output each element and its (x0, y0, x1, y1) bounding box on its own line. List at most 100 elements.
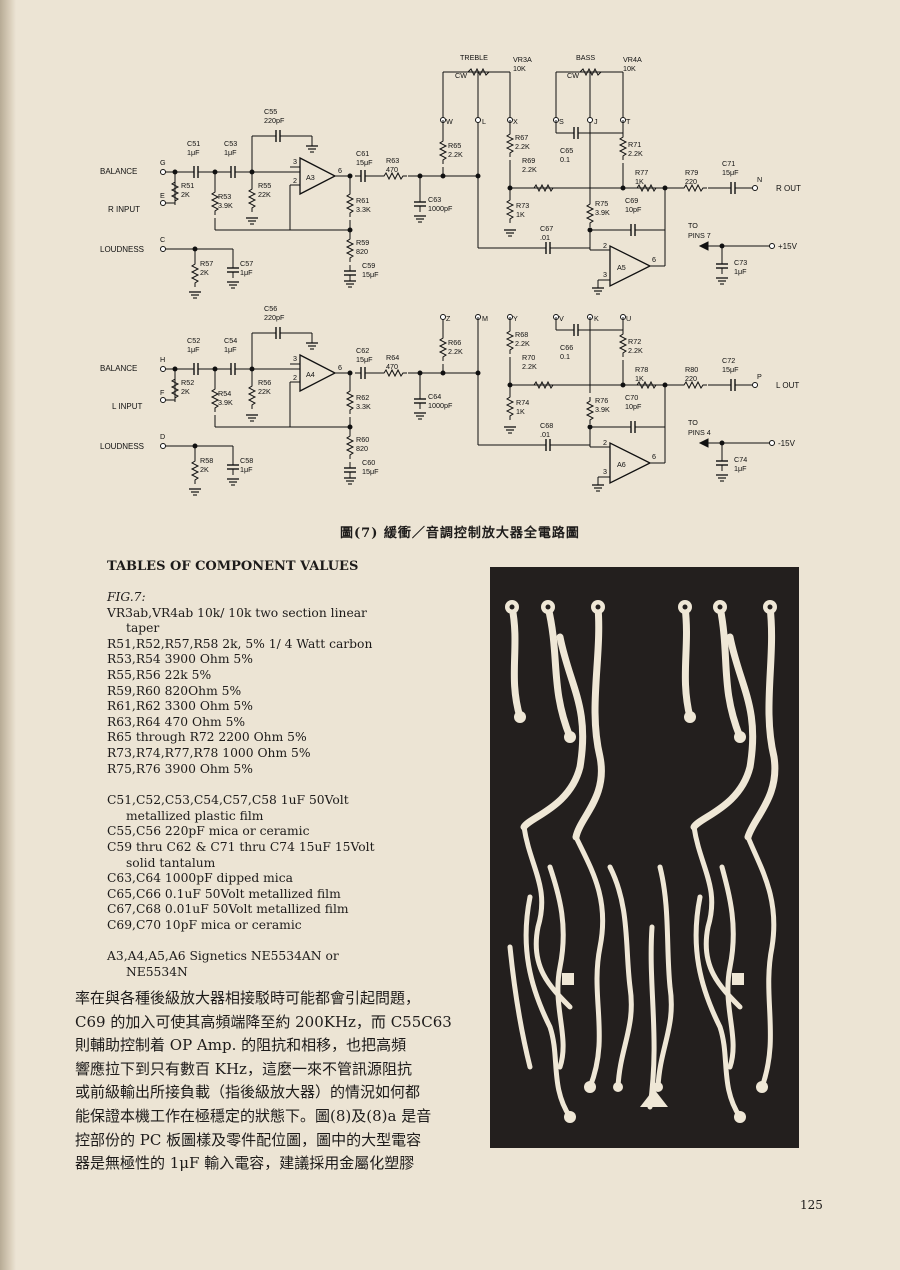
svg-text:0.1: 0.1 (560, 352, 570, 361)
svg-text:6: 6 (338, 363, 342, 372)
svg-text:BALANCE: BALANCE (100, 364, 137, 373)
svg-text:C55: C55 (264, 107, 277, 116)
svg-text:C74: C74 (734, 455, 747, 464)
svg-text:220: 220 (685, 374, 697, 383)
paragraph-line: 器是無極性的 1μF 輸入電容，建議採用金屬化塑膠 (75, 1154, 415, 1173)
paragraph-line: 或前級輸出所接負載（指後級放大器）的情況如何都 (75, 1083, 421, 1102)
svg-text:R57: R57 (200, 259, 213, 268)
component-row: C51,C52,C53,C54,C57,C58 1uF 50Volt (107, 793, 349, 808)
svg-text:220pF: 220pF (264, 313, 285, 322)
svg-text:820: 820 (356, 444, 368, 453)
svg-text:2K: 2K (200, 465, 209, 474)
svg-text:T: T (626, 117, 631, 126)
svg-text:6: 6 (652, 452, 656, 461)
svg-text:C52: C52 (187, 336, 200, 345)
svg-text:LOUDNESS: LOUDNESS (100, 442, 144, 451)
svg-text:C72: C72 (722, 356, 735, 365)
svg-text:2.2K: 2.2K (448, 347, 463, 356)
svg-text:+15V: +15V (778, 242, 798, 251)
figure-caption: 圖(7) 緩衝／音調控制放大器全電路圖 (340, 526, 580, 541)
svg-text:V: V (559, 314, 564, 323)
component-row: solid tantalum (126, 855, 216, 870)
svg-text:W: W (446, 117, 453, 126)
svg-text:3: 3 (293, 354, 297, 363)
svg-text:PINS 4: PINS 4 (688, 428, 711, 437)
svg-text:C73: C73 (734, 258, 747, 267)
svg-text:C53: C53 (224, 139, 237, 148)
svg-text:.01: .01 (540, 233, 550, 242)
balance-label: BALANCE (100, 167, 137, 176)
paragraph-line: 響應拉下到只有數百 KHz，這麼一來不管訊源阻抗 (75, 1059, 412, 1078)
svg-text:2K: 2K (200, 268, 209, 277)
svg-text:10pF: 10pF (625, 205, 642, 214)
svg-text:C59: C59 (362, 261, 375, 270)
svg-text:R60: R60 (356, 435, 369, 444)
svg-text:C51: C51 (187, 139, 200, 148)
svg-text:R76: R76 (595, 396, 608, 405)
svg-text:15μF: 15μF (722, 365, 739, 374)
svg-text:C61: C61 (356, 149, 369, 158)
component-row: R65 through R72 2200 Ohm 5% (107, 730, 307, 745)
svg-text:R75: R75 (595, 199, 608, 208)
component-row: R51,R52,R57,R58 2k, 5% 1/ 4 Watt carbon (107, 636, 373, 651)
svg-text:15μF: 15μF (722, 168, 739, 177)
svg-text:C65: C65 (560, 146, 573, 155)
svg-text:S: S (559, 117, 564, 126)
svg-text:R64: R64 (386, 353, 399, 362)
component-row: R53,R54 3900 Ohm 5% (107, 652, 253, 667)
component-row: C55,C56 220pF mica or ceramic (107, 824, 310, 839)
svg-text:2: 2 (603, 438, 607, 447)
svg-text:3: 3 (293, 157, 297, 166)
svg-text:10K: 10K (513, 64, 526, 73)
svg-text:C71: C71 (722, 159, 735, 168)
svg-text:2.2K: 2.2K (628, 149, 643, 158)
svg-text:C62: C62 (356, 346, 369, 355)
svg-text:6: 6 (338, 166, 342, 175)
svg-text:K: K (594, 314, 599, 323)
svg-text:R73: R73 (516, 201, 529, 210)
paragraph-line: 則輔助控制着 OP Amp. 的阻抗和相移，也把高頻 (75, 1036, 407, 1055)
table-title: TABLES OF COMPONENT VALUES (107, 559, 359, 574)
component-row: VR3ab,VR4ab 10k/ 10k two section linear (107, 605, 367, 620)
svg-text:470: 470 (386, 165, 398, 174)
paragraph-line: 能保證本機工作在極穩定的狀態下。圖(8)及(8)a 是音 (75, 1106, 432, 1125)
input-label: R INPUT (108, 205, 140, 214)
svg-text:2.2K: 2.2K (448, 150, 463, 159)
svg-text:TO: TO (688, 221, 698, 230)
svg-text:Z: Z (446, 314, 451, 323)
svg-text:R54: R54 (218, 389, 231, 398)
svg-text:C54: C54 (224, 336, 237, 345)
svg-text:X: X (513, 117, 518, 126)
paragraph-line: C69 的加入可使其高頻端降至約 200KHz，而 C55C63 (75, 1012, 452, 1031)
svg-text:U: U (626, 314, 631, 323)
svg-text:R74: R74 (516, 398, 529, 407)
svg-text:1μF: 1μF (224, 148, 237, 157)
svg-text:BASS: BASS (576, 53, 595, 62)
svg-text:1μF: 1μF (240, 465, 253, 474)
svg-text:C: C (160, 235, 165, 244)
svg-text:R70: R70 (522, 353, 535, 362)
svg-text:R71: R71 (628, 140, 641, 149)
svg-text:2K: 2K (181, 387, 190, 396)
svg-text:1μF: 1μF (187, 345, 200, 354)
svg-text:R55: R55 (258, 181, 271, 190)
svg-text:2.2K: 2.2K (522, 362, 537, 371)
svg-text:6: 6 (652, 255, 656, 264)
svg-text:C64: C64 (428, 392, 441, 401)
svg-text:0.1: 0.1 (560, 155, 570, 164)
svg-text:A3: A3 (306, 173, 315, 182)
component-row: C67,C68 0.01uF 50Volt metallized film (107, 902, 349, 917)
svg-text:R65: R65 (448, 141, 461, 150)
svg-text:C70: C70 (625, 393, 638, 402)
svg-text:J: J (594, 117, 598, 126)
svg-text:3.3K: 3.3K (356, 402, 371, 411)
svg-text:1000pF: 1000pF (428, 204, 453, 213)
component-list: FIG.7: VR3ab,VR4ab 10k/ 10k two section … (107, 590, 437, 981)
component-row: metallized plastic film (126, 808, 264, 823)
svg-text:1μF: 1μF (240, 268, 253, 277)
svg-text:3.9K: 3.9K (595, 208, 610, 217)
svg-text:R66: R66 (448, 338, 461, 347)
svg-text:15μF: 15μF (356, 158, 373, 167)
